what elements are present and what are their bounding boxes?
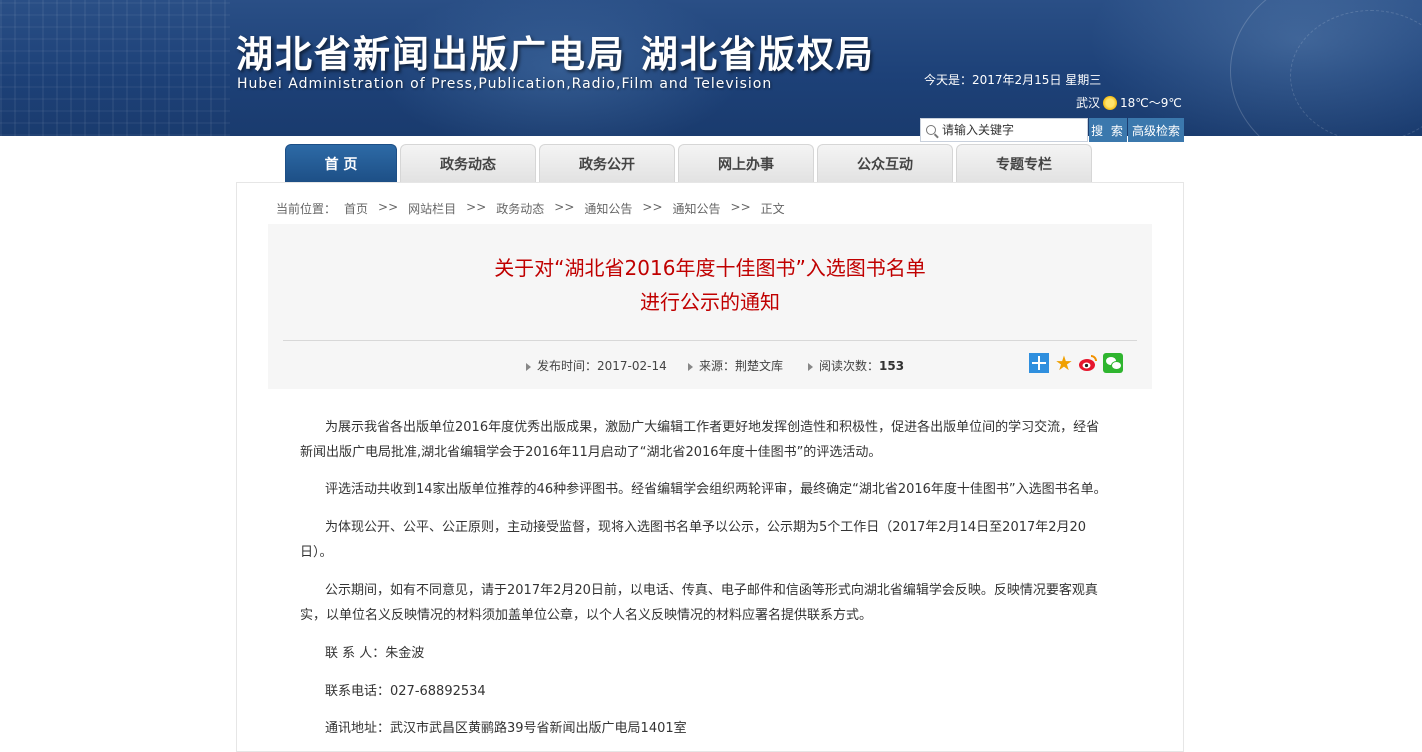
search-input[interactable] [942,123,1082,137]
tab-government-disclosure[interactable]: 政务公开 [539,144,675,182]
view-count: 阅读次数：153 [808,357,904,374]
contact-address: 通讯地址：武汉市武昌区黄鹂路39号省新闻出版广电局1401室 [325,721,687,736]
paragraph-3: 为体现公开、公平、公正原则，主动接受监督，现将入选图书名单予以公示，公示期为5个… [300,520,1087,560]
breadcrumb-item-notices-2[interactable]: 通知公告 [673,200,721,217]
weather-widget: 武汉 18℃～9℃ [1076,94,1182,111]
breadcrumb-separator: >> [378,200,399,214]
article-source-text: 来源：荆楚文库 [699,359,784,373]
breadcrumb-item-government-news[interactable]: 政务动态 [496,200,544,217]
triangle-bullet-icon [688,362,693,371]
current-date: 今天是：2017年2月15日 星期三 [924,73,1102,87]
weibo-icon[interactable] [1078,353,1098,373]
breadcrumb-separator: >> [642,200,663,214]
article-title-line-1: 关于对“湖北省2016年度十佳图书”入选图书名单 [494,256,926,280]
search-button[interactable]: 搜 索 [1089,118,1127,142]
article-source: 来源：荆楚文库 [688,357,783,374]
paragraph-1: 为展示我省各出版单位2016年度优秀出版成果，激励广大编辑工作者更好地发挥创造性… [300,420,1100,460]
article-title-line-2: 进行公示的通知 [640,290,780,314]
publish-time: 发布时间：2017-02-14 [526,357,667,374]
triangle-bullet-icon [526,362,531,371]
advanced-search-button[interactable]: 高级检索 [1128,118,1184,142]
breadcrumb-item-site-columns[interactable]: 网站栏目 [408,200,456,217]
sun-cloud-icon [1103,95,1118,110]
breadcrumb-item-home[interactable]: 首页 [344,200,368,217]
weather-temperature: 18℃～9℃ [1120,96,1182,110]
breadcrumb-item-body: 正文 [760,202,785,216]
contact-phone: 联系电话：027-68892534 [325,684,486,699]
search-box[interactable] [920,118,1088,142]
main-nav: 首 页 政务动态 政务公开 网上办事 公众互动 专题专栏 [285,144,1092,182]
tab-online-services[interactable]: 网上办事 [678,144,814,182]
site-title: 湖北省新闻出版广电局 湖北省版权局 [236,33,875,76]
title-divider [283,340,1137,341]
contact-person: 联 系 人：朱金波 [325,646,425,661]
tab-special-topics[interactable]: 专题专栏 [956,144,1092,182]
tab-home[interactable]: 首 页 [285,144,397,182]
plus-share-icon[interactable] [1029,353,1049,373]
publish-time-text: 发布时间：2017-02-14 [537,359,667,373]
breadcrumb-item-notices[interactable]: 通知公告 [584,200,632,217]
triangle-bullet-icon [808,362,813,371]
tab-public-interaction[interactable]: 公众互动 [817,144,953,182]
wechat-icon[interactable] [1103,353,1123,373]
breadcrumb-separator: >> [466,200,487,214]
site-subtitle: Hubei Administration of Press,Publicatio… [237,76,773,92]
weather-city: 武汉 [1076,96,1101,110]
article-title: 关于对“湖北省2016年度十佳图书”入选图书名单 进行公示的通知 [268,251,1152,319]
breadcrumb: 当前位置： 首页 >> 网站栏目 >> 政务动态 >> 通知公告 >> 通知公告… [276,200,785,217]
view-count-value: 153 [879,359,905,373]
search-icon [926,125,936,135]
view-count-label: 阅读次数： [819,359,880,373]
paragraph-2: 评选活动共收到14家出版单位推荐的46种参评图书。经省编辑学会组织两轮评审，最终… [325,482,1107,497]
tab-government-news[interactable]: 政务动态 [400,144,536,182]
breadcrumb-separator: >> [730,200,751,214]
breadcrumb-prefix: 当前位置： [276,202,337,216]
breadcrumb-separator: >> [554,200,575,214]
calligraphy-pattern [0,0,230,136]
star-icon[interactable]: ★ [1054,353,1074,373]
paragraph-4: 公示期间，如有不同意见，请于2017年2月20日前，以电话、传真、电子邮件和信函… [300,583,1098,623]
